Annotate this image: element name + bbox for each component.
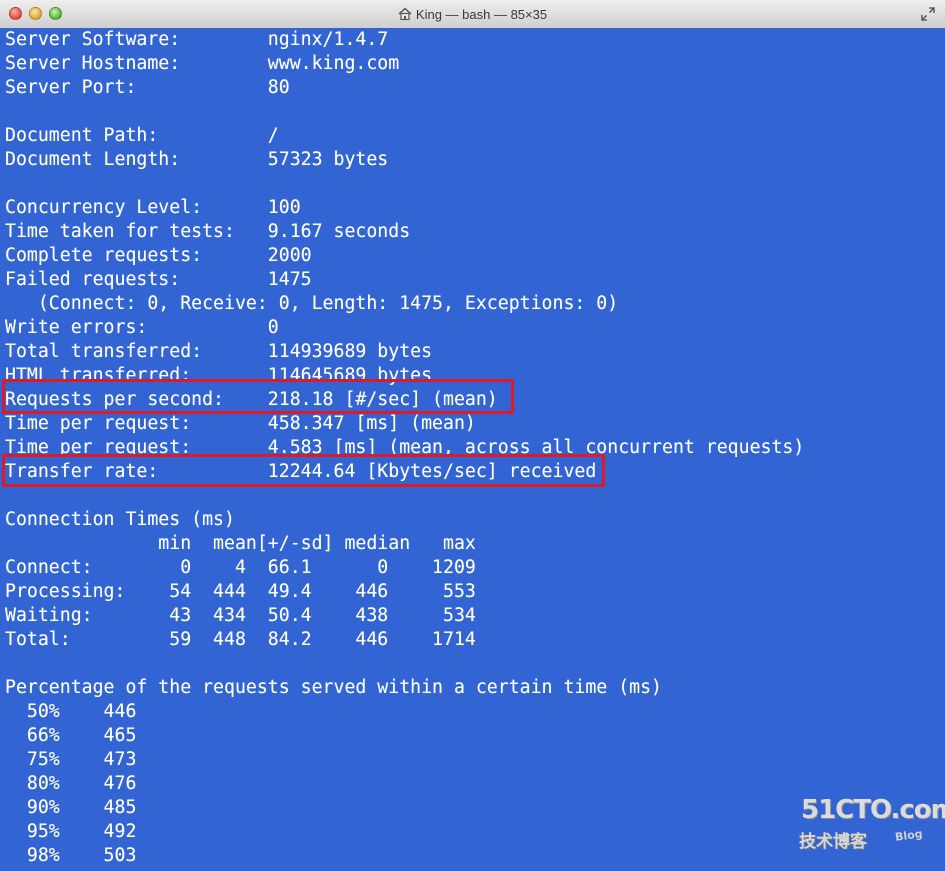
terminal-line: 66% 465 [5,725,137,746]
terminal-line: Percentage of the requests served within… [5,677,662,698]
terminal-line: Waiting: 43 434 50.4 438 534 [5,605,476,626]
terminal-line: Write errors: 0 [5,317,279,338]
terminal-line: 98% 503 [5,845,137,866]
terminal-line: Failed requests: 1475 [5,269,312,290]
watermark-bottom: 技术博客 [799,832,867,852]
watermark-blog: Blog [894,827,924,844]
terminal-line: min mean[+/-sd] median max [5,533,476,554]
terminal-line: Document Path: / [5,125,279,146]
terminal-line: Server Hostname: www.king.com [5,53,400,74]
terminal-line: Time per request: 458.347 [ms] (mean) [5,413,476,434]
watermark-logo: 51CTO.com 技术博客 Blog [799,795,945,855]
terminal-line: Time taken for tests: 9.167 seconds [5,221,411,242]
terminal-line: Complete requests: 2000 [5,245,312,266]
window-title-area: King — bash — 85×35 [0,0,945,28]
terminal-line: Document Length: 57323 bytes [5,149,389,170]
window-title: King — bash — 85×35 [415,6,548,22]
terminal-line: 50% 446 [5,701,137,722]
terminal-line: 75% 473 [5,749,137,770]
terminal-line: Server Port: 80 [5,77,290,98]
terminal-line: Connection Times (ms) [5,509,235,530]
terminal-line: Concurrency Level: 100 [5,197,301,218]
terminal-line: Server Software: nginx/1.4.7 [5,29,389,50]
watermark-top: 51CTO.com [801,795,945,825]
highlight-transfer-rate [2,454,605,487]
home-folder-icon [398,7,412,21]
terminal-line: Processing: 54 444 49.4 446 553 [5,581,476,602]
terminal-window: King — bash — 85×35 Server Software: ngi… [0,0,945,871]
highlight-requests-per-second [2,379,514,414]
terminal-line: 95% 492 [5,821,137,842]
terminal-line: 90% 485 [5,797,137,818]
terminal-output[interactable]: Server Software: nginx/1.4.7 Server Hostn… [0,28,945,871]
terminal-line: Total transferred: 114939689 bytes [5,341,433,362]
terminal-line: Connect: 0 4 66.1 0 1209 [5,557,476,578]
title-bar[interactable]: King — bash — 85×35 [0,0,945,29]
fullscreen-icon[interactable] [921,7,935,21]
terminal-line: Total: 59 448 84.2 446 1714 [5,629,476,650]
terminal-line: (Connect: 0, Receive: 0, Length: 1475, E… [5,293,619,314]
terminal-line: 80% 476 [5,773,137,794]
